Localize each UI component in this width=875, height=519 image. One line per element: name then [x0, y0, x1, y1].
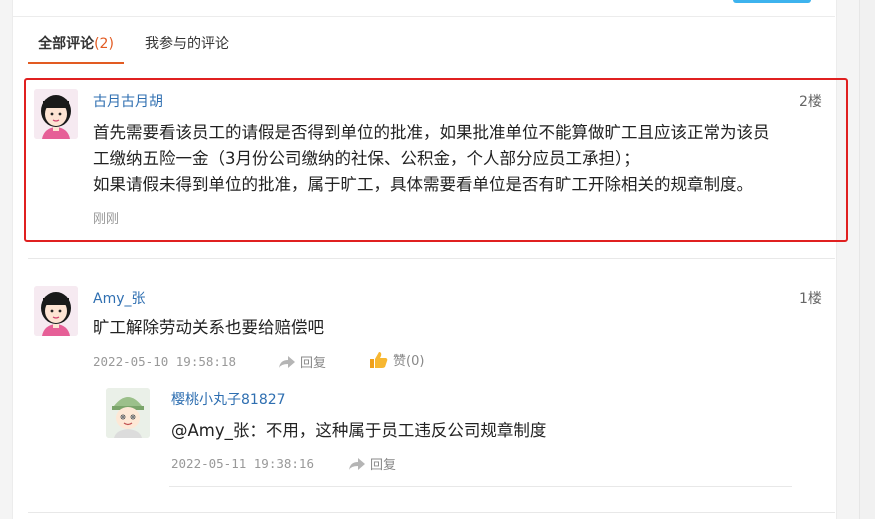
like-button[interactable]: 赞(0): [369, 350, 424, 369]
comment-line: 如果请假未得到单位的批准，属于旷工，具体需要看单位是否有旷工开除相关的规章制度。: [93, 175, 753, 194]
tab-all-count: (2): [94, 36, 114, 52]
like-label: 赞(0): [393, 354, 425, 369]
comment-user-name[interactable]: Amy_张: [93, 288, 146, 308]
avatar[interactable]: [34, 286, 78, 336]
reply-divider: [169, 486, 792, 487]
reply-label: 回复: [370, 458, 397, 473]
reply-arrow-icon: [349, 457, 365, 470]
avatar[interactable]: [106, 388, 150, 438]
floor-number: 2楼: [799, 94, 822, 110]
tab-all-label: 全部评论: [38, 36, 95, 52]
tab-all-comments[interactable]: 全部评论(2): [28, 30, 124, 64]
reply-label: 回复: [300, 356, 327, 371]
girl-avatar-icon: [34, 286, 78, 336]
girl-avatar-icon: [34, 89, 78, 139]
comment-user-name[interactable]: 古月古月胡: [93, 91, 163, 111]
floor-number: 1楼: [799, 291, 822, 307]
comment-divider: [28, 258, 835, 259]
thumbs-up-icon: [370, 351, 388, 368]
top-button-edge[interactable]: [733, 0, 811, 3]
comment-time: 刚刚: [93, 212, 120, 227]
tab-my-comments[interactable]: 我参与的评论: [145, 30, 229, 62]
reply-button[interactable]: 回复: [348, 454, 396, 473]
reply-button[interactable]: 回复: [278, 352, 326, 371]
comment-content: 旷工解除劳动关系也要给赔偿吧: [93, 318, 324, 337]
avatar[interactable]: [34, 89, 78, 139]
comment-line: 工缴纳五险一金（3月份公司缴纳的社保、公积金，个人部分应员工承担）；: [93, 149, 640, 168]
reply-arrow-icon: [279, 355, 295, 368]
reply-user-name[interactable]: 樱桃小丸子81827: [171, 389, 286, 409]
comment-divider: [28, 512, 835, 513]
kid-avatar-icon: [106, 388, 150, 438]
reply-time: 2022-05-11 19:38:16: [171, 456, 314, 471]
comment-content: 首先需要看该员工的请假是否得到单位的批准，如果批准单位不能算做旷工且应该正常为该…: [93, 120, 833, 198]
comment-time: 2022-05-10 19:58:18: [93, 354, 236, 369]
reply-content: @Amy_张：不用，这种属于员工违反公司规章制度: [171, 421, 547, 440]
top-divider: [12, 16, 835, 17]
scrollbar-track[interactable]: [859, 0, 875, 519]
comment-line: 首先需要看该员工的请假是否得到单位的批准，如果批准单位不能算做旷工且应该正常为该…: [93, 123, 770, 142]
